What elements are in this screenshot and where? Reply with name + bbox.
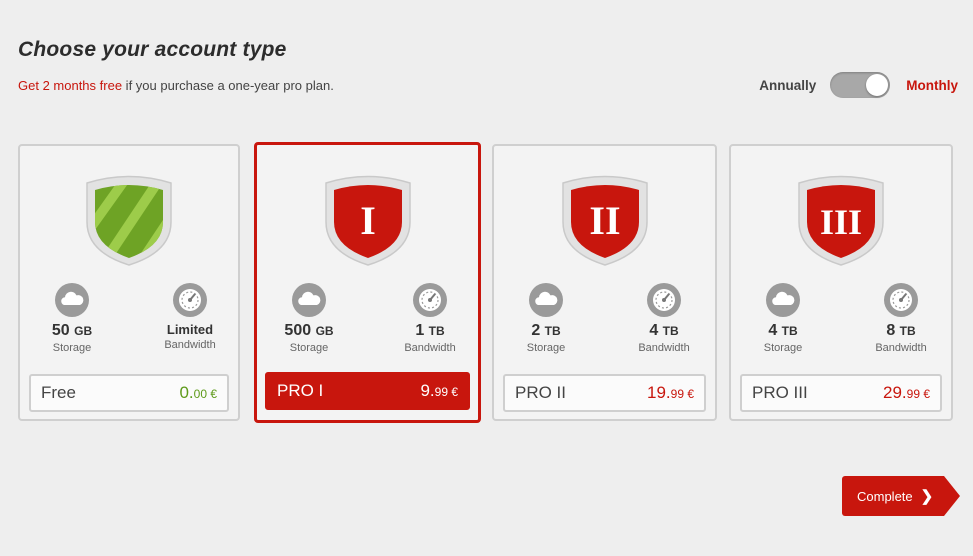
plan-name: Free [41, 383, 76, 402]
svg-text:II: II [589, 198, 620, 243]
promo-rest: if you purchase a one-year pro plan. [122, 78, 334, 93]
billing-toggle[interactable] [830, 72, 891, 98]
red-shield-icon: III [798, 175, 884, 266]
monthly-label[interactable]: Monthly [906, 78, 958, 93]
bandwidth-value: Limited [166, 322, 214, 337]
annually-label[interactable]: Annually [759, 78, 816, 93]
promo-highlight: Get 2 months free [18, 78, 123, 93]
promo-text: Get 2 months free if you purchase a one-… [18, 78, 334, 93]
bandwidth-label: Bandwidth [638, 342, 690, 354]
bandwidth-value: 4 TB [649, 322, 679, 339]
plan-price: 19.99 € [647, 383, 694, 402]
plan-card-pro-iii[interactable]: III 4 TB Storage 8 TB Bandwidth PRO III … [729, 144, 953, 421]
gauge-icon [173, 283, 207, 317]
bandwidth-label: Bandwidth [404, 342, 456, 354]
storage-value: 500 GB [284, 322, 334, 339]
gauge-icon [884, 283, 918, 317]
bandwidth-label: Bandwidth [164, 339, 216, 351]
storage-label: Storage [52, 342, 92, 354]
storage-value: 2 TB [531, 322, 561, 339]
storage-label: Storage [763, 342, 803, 354]
complete-label: Complete [857, 488, 913, 504]
plan-name: PRO I [277, 381, 324, 400]
storage-stat: 50 GB Storage [22, 282, 122, 354]
plan-select-free[interactable]: Free 0.00 € [29, 374, 229, 412]
plan-price: 29.99 € [883, 383, 930, 402]
cloud-icon [529, 283, 563, 317]
billing-period-switch: Annually Monthly [759, 72, 958, 98]
plan-card-pro-ii[interactable]: II 2 TB Storage 4 TB Bandwidth PRO II 19… [492, 144, 717, 421]
bandwidth-stat: Limited Bandwidth [140, 282, 240, 351]
page-title: Choose your account type [18, 38, 287, 61]
red-shield-icon: II [561, 175, 648, 266]
plan-select-pro-ii[interactable]: PRO II 19.99 € [503, 374, 706, 412]
bandwidth-stat: 8 TB Bandwidth [851, 282, 951, 354]
storage-label: Storage [289, 342, 329, 354]
bandwidth-value: 8 TB [886, 322, 916, 339]
plan-select-pro-iii[interactable]: PRO III 29.99 € [740, 374, 942, 412]
red-shield-icon: I [324, 175, 411, 266]
bandwidth-stat: 4 TB Bandwidth [614, 282, 714, 354]
storage-value: 50 GB [51, 322, 93, 339]
gauge-icon [413, 283, 447, 317]
plan-select-pro-i[interactable]: PRO I 9.99 € [265, 372, 470, 410]
green-shield-icon [86, 175, 172, 266]
bandwidth-value: 1 TB [415, 322, 445, 339]
storage-label: Storage [526, 342, 566, 354]
storage-stat: 2 TB Storage [496, 282, 596, 354]
plan-name: PRO III [752, 383, 808, 402]
toggle-knob[interactable] [866, 74, 889, 96]
plan-price: 9.99 € [420, 381, 458, 400]
cloud-icon [292, 283, 326, 317]
cloud-icon [55, 283, 89, 317]
storage-value: 4 TB [768, 322, 798, 339]
plan-price: 0.00 € [179, 383, 217, 402]
plan-card-pro-i[interactable]: I 500 GB Storage 1 TB Bandwidth PRO I 9.… [254, 142, 481, 423]
gauge-icon [647, 283, 681, 317]
svg-text:III: III [820, 202, 862, 242]
plan-name: PRO II [515, 383, 567, 402]
complete-button[interactable]: Complete ❯ [842, 476, 960, 516]
bandwidth-label: Bandwidth [875, 342, 927, 354]
cloud-icon [766, 283, 800, 317]
storage-stat: 500 GB Storage [259, 282, 359, 354]
storage-stat: 4 TB Storage [733, 282, 833, 354]
bandwidth-stat: 1 TB Bandwidth [380, 282, 480, 354]
svg-text:I: I [360, 198, 376, 243]
plan-card-free[interactable]: 50 GB Storage Limited Bandwidth Free 0.0… [18, 144, 240, 421]
chevron-right-icon: ❯ [920, 488, 934, 505]
